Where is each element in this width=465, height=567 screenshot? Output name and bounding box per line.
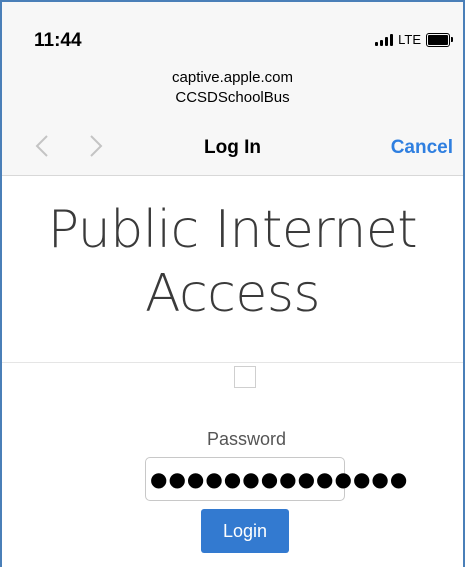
network-name: CCSDSchoolBus: [175, 89, 290, 106]
divider: [2, 362, 463, 363]
network-type: LTE: [398, 32, 421, 47]
url-host: captive.apple.com: [172, 69, 293, 86]
battery-icon: [426, 32, 453, 47]
heading-line-2: Access: [144, 264, 321, 324]
checkbox[interactable]: [234, 366, 256, 388]
status-time: 11:44: [34, 30, 82, 51]
signal-icon: [375, 33, 394, 46]
status-indicators: LTE: [375, 32, 453, 47]
password-label: Password: [206, 429, 287, 449]
heading-line-1: Public Internet: [47, 200, 418, 260]
portal-heading: Public Internet Access: [2, 198, 463, 326]
login-button[interactable]: Login: [201, 509, 289, 553]
phone-screen: 11:44 LTE captive.apple.com CCSDSchoolBu…: [0, 0, 465, 567]
browser-chrome: 11:44 LTE captive.apple.com CCSDSchoolBu…: [2, 2, 463, 176]
password-field[interactable]: ●●●●●●●●●●●●●●: [145, 457, 407, 501]
cancel-button[interactable]: Cancel: [391, 137, 453, 159]
